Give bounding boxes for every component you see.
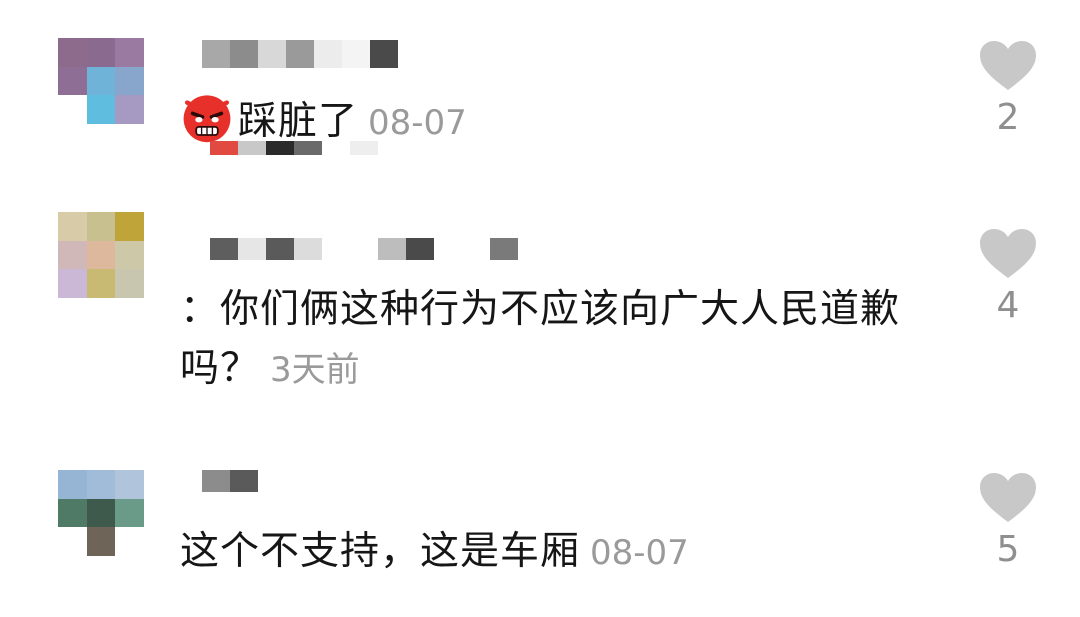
like-count: 2 [996, 97, 1020, 138]
like-button[interactable]: 2 [976, 38, 1040, 138]
comment-timestamp: 08-07 [368, 103, 467, 143]
heart-icon[interactable] [979, 472, 1037, 524]
comment-body: ：你们俩这种行为不应该向广大人民道歉吗？ 3天前 [180, 280, 930, 400]
avatar[interactable] [58, 38, 144, 124]
comment-text-row: 这个不支持，这是车厢 08-07 [180, 522, 930, 583]
like-count: 5 [996, 529, 1020, 570]
username-mosaic[interactable] [182, 238, 518, 260]
comment-item[interactable]: 踩脏了 08-07 2 [0, 38, 1080, 168]
comment-item[interactable]: 这个不支持，这是车厢 08-07 5 [0, 470, 1080, 600]
comment-timestamp: 08-07 [590, 533, 689, 573]
like-count: 4 [996, 285, 1020, 326]
avatar[interactable] [58, 212, 144, 298]
comment-text: 这个不支持，这是车厢 [180, 529, 581, 574]
like-button[interactable]: 4 [976, 226, 1040, 326]
comment-text-row: ：你们俩这种行为不应该向广大人民道歉吗？ 3天前 [180, 280, 930, 400]
username-mosaic[interactable] [202, 470, 258, 492]
angry-face-icon [183, 95, 231, 143]
avatar[interactable] [58, 470, 144, 556]
comment-body: 这个不支持，这是车厢 08-07 [180, 522, 930, 583]
heart-icon[interactable] [979, 228, 1037, 280]
username-mosaic[interactable] [202, 40, 398, 68]
heart-icon[interactable] [979, 40, 1037, 92]
like-button[interactable]: 5 [976, 470, 1040, 570]
comment-timestamp: 3天前 [270, 350, 360, 390]
comment-text: 踩脏了 [238, 99, 359, 144]
reply-mosaic [210, 141, 378, 155]
comment-item[interactable]: ：你们俩这种行为不应该向广大人民道歉吗？ 3天前 4 [0, 212, 1080, 422]
